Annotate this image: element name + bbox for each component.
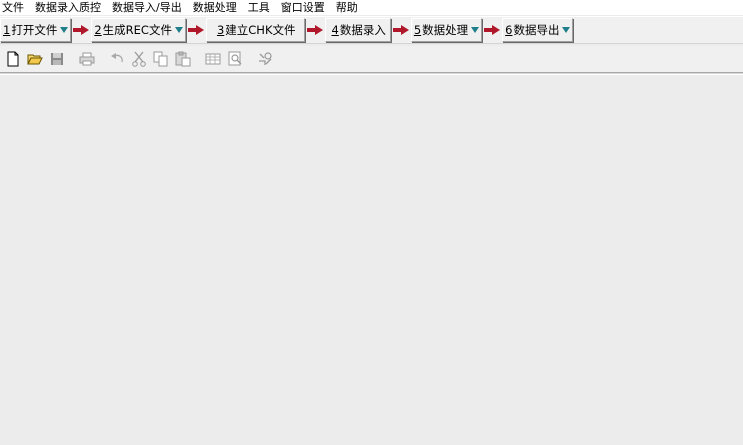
paste-icon[interactable] [175,51,191,67]
menu-window-settings[interactable]: 窗口设置 [277,1,329,14]
arrow-right-icon [306,25,323,35]
arrow-right-icon [392,25,409,35]
step-label: 打开文件 [11,23,58,37]
menu-file[interactable]: 文件 [0,1,28,14]
arrow-right-icon [484,25,501,35]
step-number: 6 [505,23,513,37]
menu-data-entry-qc[interactable]: 数据录入质控 [31,1,105,14]
menu-bar: 文件 数据录入质控 数据导入/导出 数据处理 工具 窗口设置 帮助 [0,0,743,15]
settings-icon[interactable] [257,51,273,67]
arrow-right-icon [187,25,204,35]
menu-help[interactable]: 帮助 [332,1,362,14]
step-label: 数据导出 [513,23,560,37]
dropdown-arrow-icon[interactable] [471,27,480,33]
mdi-client-area[interactable] [0,75,743,445]
step-number: 2 [94,23,102,37]
step-label: 数据录入 [339,23,386,37]
step-data-entry-button[interactable]: 4 数据录入 [324,18,391,42]
step-generate-rec-button[interactable]: 2 生成REC文件 [91,18,186,42]
copy-icon[interactable] [153,51,169,67]
step-create-chk-button[interactable]: 3 建立CHK文件 [205,18,305,42]
step-label: 生成REC文件 [102,23,172,37]
step-data-export-button[interactable]: 6 数据导出 [502,18,574,42]
new-file-icon[interactable] [5,51,21,67]
step-number: 5 [413,23,422,37]
preview-icon[interactable] [227,51,243,67]
step-label: 建立CHK文件 [225,23,296,37]
table-icon[interactable] [205,51,221,67]
dropdown-arrow-icon[interactable] [174,27,183,33]
workflow-bar: 1 打开文件 2 生成REC文件 3 建立CHK文件 4 数据录入 5 数据处理 [0,16,743,44]
open-folder-icon[interactable] [27,51,43,67]
step-data-processing-button[interactable]: 5 数据处理 [410,18,483,42]
dropdown-arrow-icon[interactable] [60,27,69,33]
print-icon[interactable] [79,51,95,67]
dropdown-arrow-icon[interactable] [562,27,571,33]
menu-tools[interactable]: 工具 [244,1,274,14]
step-open-file-button[interactable]: 1 打开文件 [0,18,72,42]
arrow-right-icon [73,25,90,35]
save-icon[interactable] [49,51,65,67]
cut-icon[interactable] [131,51,147,67]
menu-import-export[interactable]: 数据导入/导出 [108,1,186,14]
menu-data-processing[interactable]: 数据处理 [189,1,241,14]
step-number: 3 [216,23,225,37]
standard-toolbar [0,46,743,72]
undo-icon[interactable] [109,51,125,67]
step-number: 4 [331,23,339,37]
step-number: 1 [3,23,11,37]
step-label: 数据处理 [422,23,469,37]
